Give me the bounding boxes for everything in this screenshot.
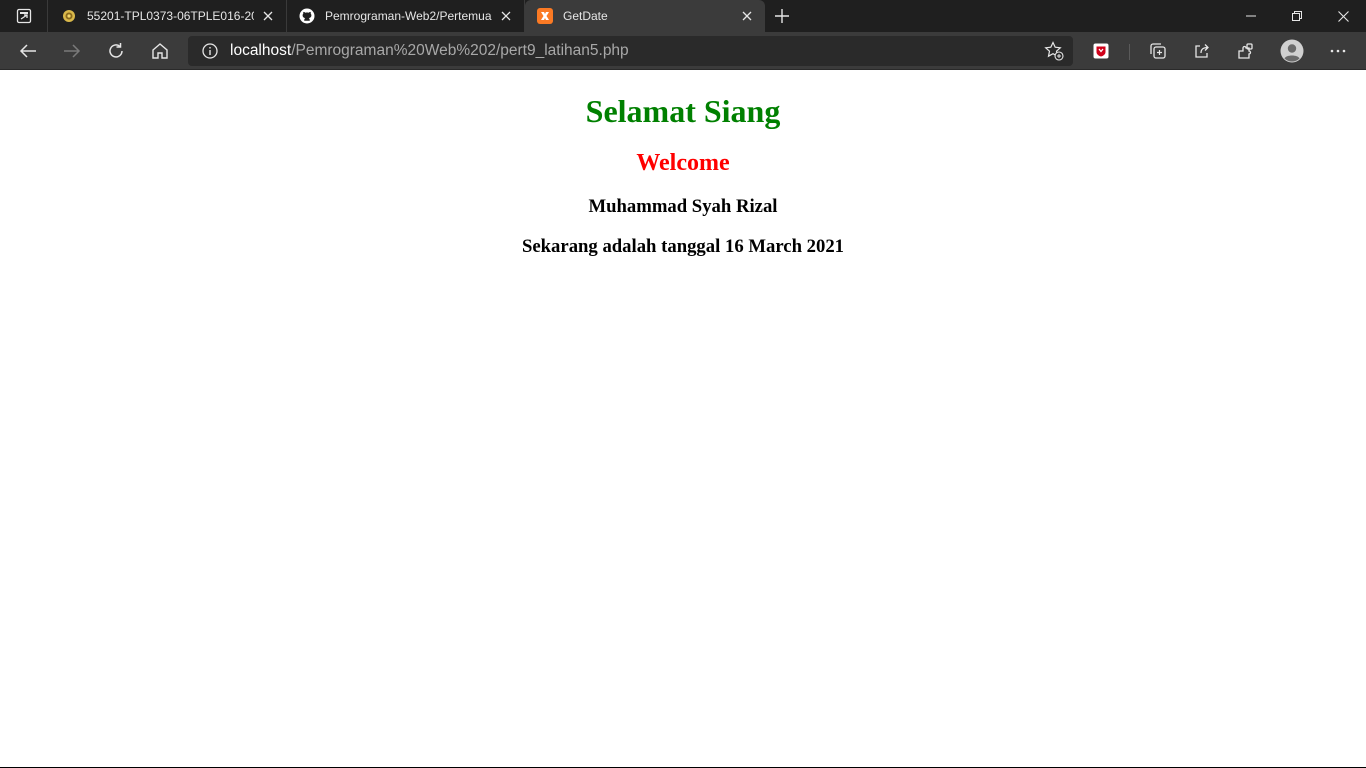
forward-button[interactable] <box>56 35 88 67</box>
tab-title: Pemrograman-Web2/Pertemuan <box>325 9 492 23</box>
address-bar[interactable]: localhost/Pemrograman%20Web%202/pert9_la… <box>188 36 1073 66</box>
github-icon <box>299 8 315 24</box>
close-window-button[interactable] <box>1320 0 1366 32</box>
minimize-button[interactable] <box>1228 0 1274 32</box>
collections-icon <box>1150 43 1166 59</box>
avatar <box>1280 39 1304 63</box>
home-button[interactable] <box>144 35 176 67</box>
share-button[interactable] <box>1186 35 1218 67</box>
new-tab-button[interactable] <box>765 0 799 32</box>
xampp-icon <box>537 8 553 24</box>
tab-elearning[interactable]: 55201-TPL0373-06TPLE016-2020 <box>49 0 287 32</box>
site-info-icon[interactable] <box>194 36 226 66</box>
back-button[interactable] <box>12 35 44 67</box>
close-tab-icon[interactable] <box>498 8 514 24</box>
forward-arrow-icon <box>64 44 81 58</box>
tab-strip: 55201-TPL0373-06TPLE016-2020 Pemrograman… <box>0 0 1366 32</box>
refresh-icon <box>109 43 123 58</box>
tab-title: 55201-TPL0373-06TPLE016-2020 <box>87 9 254 23</box>
window-controls <box>1228 0 1366 32</box>
close-tab-icon[interactable] <box>260 8 276 24</box>
refresh-button[interactable] <box>100 35 132 67</box>
tab-github[interactable]: Pemrograman-Web2/Pertemuan <box>287 0 525 32</box>
url-host: localhost <box>230 42 292 59</box>
greeting-heading: Selamat Siang <box>585 93 781 129</box>
tab-actions-button[interactable] <box>0 0 48 32</box>
page-content: Selamat Siang Welcome Muhammad Syah Riza… <box>0 71 1366 768</box>
profile-button[interactable] <box>1276 35 1308 67</box>
url-path: /Pemrograman%20Web%202/pert9_latihan5.ph… <box>291 42 629 59</box>
toolbar-divider <box>1129 44 1130 60</box>
university-seal-icon <box>61 8 77 24</box>
close-icon <box>1337 10 1349 22</box>
tab-actions-icon <box>16 8 31 24</box>
extension-button[interactable] <box>1085 35 1117 67</box>
home-icon <box>152 43 168 59</box>
collections-button[interactable] <box>1142 35 1174 67</box>
add-favorite-button[interactable] <box>1043 40 1065 62</box>
url-text: localhost/Pemrograman%20Web%202/pert9_la… <box>230 42 629 60</box>
restore-button[interactable] <box>1274 0 1320 32</box>
puzzle-icon <box>1238 43 1253 59</box>
tab-getdate[interactable]: GetDate <box>525 0 765 32</box>
share-icon <box>1195 44 1209 58</box>
author-name: Muhammad Syah Rizal <box>588 196 778 217</box>
minimize-icon <box>1246 15 1256 17</box>
settings-menu-button[interactable] <box>1322 35 1354 67</box>
tab-title: GetDate <box>563 9 608 23</box>
extension-shield-icon <box>1093 43 1109 59</box>
close-tab-icon[interactable] <box>739 8 755 24</box>
browser-toolbar: localhost/Pemrograman%20Web%202/pert9_la… <box>0 32 1366 70</box>
star-add-icon <box>1044 41 1064 61</box>
extensions-button[interactable] <box>1230 35 1262 67</box>
current-date-text: Sekarang adalah tanggal 16 March 2021 <box>521 236 845 257</box>
more-options-icon <box>1330 49 1346 53</box>
restore-icon <box>1292 11 1302 21</box>
back-arrow-icon <box>19 44 36 58</box>
welcome-heading: Welcome <box>636 150 730 176</box>
plus-icon <box>775 9 789 23</box>
